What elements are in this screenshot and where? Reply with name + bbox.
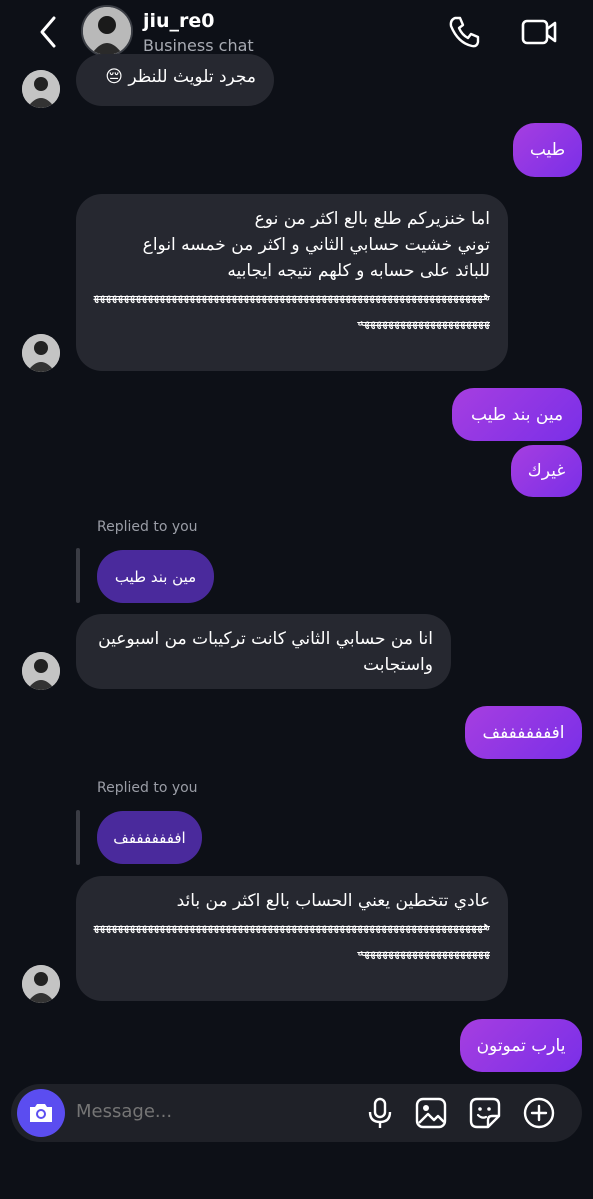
avatar-photo-icon bbox=[83, 7, 131, 55]
message-text-line: عادي تتخطين يعني الحساب بالع اكثر من بائ… bbox=[176, 891, 490, 911]
sender-avatar[interactable] bbox=[22, 652, 60, 690]
add-icon[interactable] bbox=[522, 1096, 556, 1130]
microphone-icon[interactable] bbox=[363, 1096, 397, 1130]
reply-label: Replied to you bbox=[97, 519, 198, 535]
message-text-line: توني خشيت حسابي الثاني و اكثر من خمسه ان… bbox=[142, 235, 490, 255]
avatar-photo-icon bbox=[22, 652, 60, 690]
message-incoming[interactable]: عادي تتخطين يعني الحساب بالع اكثر من بائ… bbox=[76, 876, 508, 1001]
avatar-photo-icon bbox=[22, 334, 60, 372]
reply-label: Replied to you bbox=[97, 780, 198, 796]
sender-avatar[interactable] bbox=[22, 70, 60, 108]
quoted-message-text: مين بند طيب bbox=[114, 567, 197, 586]
message-text: مين بند طيب bbox=[470, 404, 564, 425]
message-text-strikethrough: هههههههههههههههههههههههههههههههههههههههه… bbox=[93, 919, 490, 960]
message-text: افففففففف bbox=[482, 722, 565, 743]
message-text-line: انا من حسابي الثاني كانت تركيبات من اسبو… bbox=[98, 629, 433, 649]
quoted-message-text: افففففففف bbox=[113, 828, 186, 847]
contact-username[interactable]: jiu_re0 bbox=[143, 10, 215, 32]
sender-avatar[interactable] bbox=[22, 965, 60, 1003]
message-text-strikethrough: هههههههههههههههههههههههههههههههههههههههه… bbox=[93, 289, 490, 330]
avatar-photo-icon bbox=[22, 70, 60, 108]
video-camera-icon[interactable] bbox=[520, 14, 558, 50]
sticker-icon[interactable] bbox=[468, 1096, 502, 1130]
message-text: مجرد تلويث للنظر 😔 bbox=[105, 67, 256, 87]
reply-indicator-bar bbox=[76, 548, 80, 603]
avatar-photo-icon bbox=[22, 965, 60, 1003]
sender-avatar[interactable] bbox=[22, 334, 60, 372]
message-incoming[interactable]: انا من حسابي الثاني كانت تركيبات من اسبو… bbox=[76, 614, 451, 689]
message-input[interactable] bbox=[76, 1101, 326, 1122]
reply-indicator-bar bbox=[76, 810, 80, 865]
message-incoming[interactable]: مجرد تلويث للنظر 😔 bbox=[76, 54, 274, 106]
message-text-line: للبائد على حسابه و كلهم نتيجه ايجابيه bbox=[227, 261, 490, 281]
quoted-message[interactable]: افففففففف bbox=[97, 811, 202, 864]
camera-icon bbox=[30, 1104, 52, 1122]
chat-type-label: Business chat bbox=[143, 36, 254, 55]
quoted-message[interactable]: مين بند طيب bbox=[97, 550, 214, 603]
message-text: طيب bbox=[529, 140, 566, 160]
gallery-icon[interactable] bbox=[414, 1096, 448, 1130]
contact-avatar[interactable] bbox=[81, 5, 133, 57]
message-text: غيرك bbox=[527, 461, 566, 481]
message-outgoing[interactable]: افففففففف bbox=[465, 706, 582, 759]
phone-icon[interactable] bbox=[446, 14, 482, 50]
message-incoming[interactable]: اما خنزيركم طلع بالع اكثر من نوع توني خش… bbox=[76, 194, 508, 371]
message-outgoing[interactable]: مين بند طيب bbox=[452, 388, 582, 441]
message-outgoing[interactable]: طيب bbox=[513, 123, 582, 177]
message-text-line: واستجابت bbox=[363, 655, 433, 675]
camera-button[interactable] bbox=[17, 1089, 65, 1137]
back-chevron-icon[interactable] bbox=[34, 14, 62, 50]
message-outgoing[interactable]: يارب تموتون bbox=[460, 1019, 582, 1072]
message-text: يارب تموتون bbox=[476, 1035, 566, 1056]
message-outgoing[interactable]: غيرك bbox=[511, 445, 582, 497]
message-text-line: اما خنزيركم طلع بالع اكثر من نوع bbox=[254, 209, 490, 229]
